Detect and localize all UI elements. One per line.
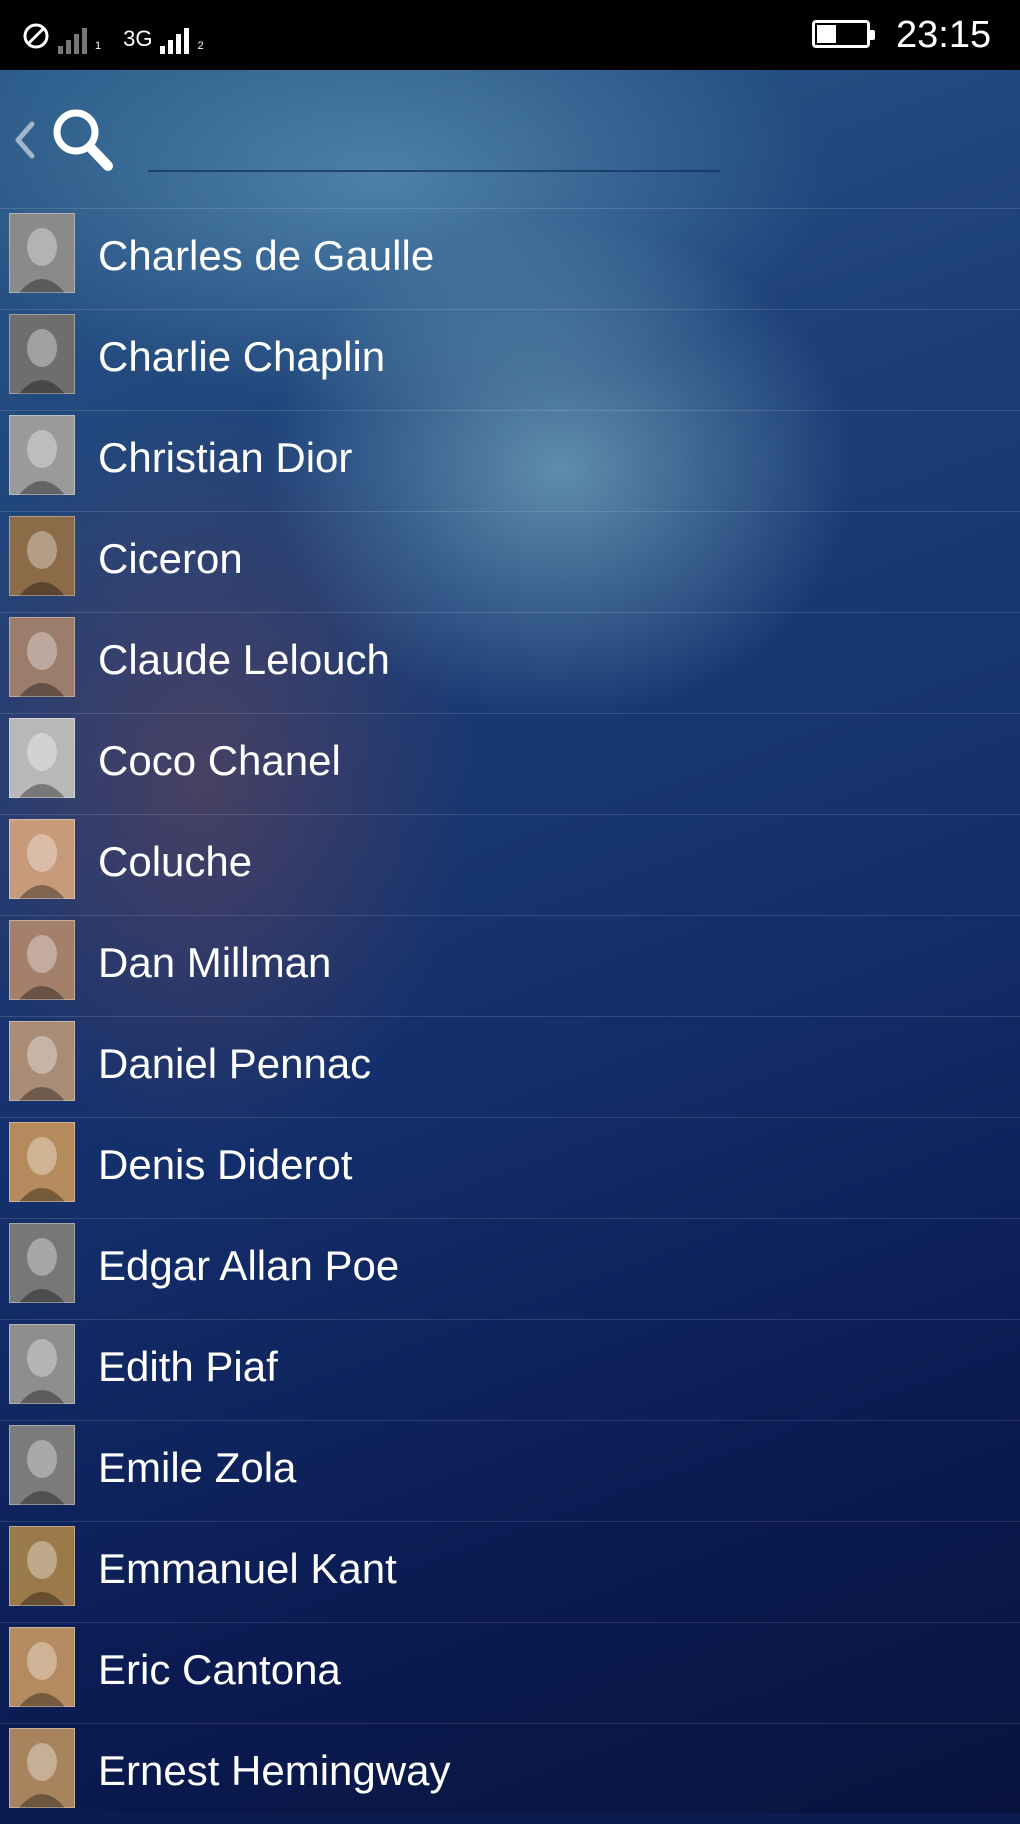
- person-name: Christian Dior: [98, 434, 353, 481]
- avatar: [9, 1122, 75, 1202]
- search-input[interactable]: [148, 124, 720, 172]
- battery-icon: [812, 20, 875, 48]
- people-list: Charles de Gaulle Charlie Chaplin Christia…: [0, 208, 1020, 1824]
- avatar: [9, 415, 75, 495]
- list-item[interactable]: Dan Millman: [0, 915, 1020, 1016]
- portrait-image: [9, 415, 75, 495]
- avatar: [9, 920, 75, 1000]
- avatar: [9, 1223, 75, 1303]
- portrait-image: [9, 617, 75, 697]
- portrait-image: [9, 819, 75, 899]
- list-item[interactable]: Eric Cantona: [0, 1622, 1020, 1723]
- portrait-image: [9, 1425, 75, 1505]
- portrait-image: [9, 920, 75, 1000]
- avatar: [9, 314, 75, 394]
- person-name: Eric Cantona: [98, 1646, 341, 1693]
- portrait-image: [9, 1324, 75, 1404]
- person-name: Coco Chanel: [98, 737, 341, 784]
- person-name: Claude Lelouch: [98, 636, 390, 683]
- list-item[interactable]: Christian Dior: [0, 410, 1020, 511]
- signal-sim1-icon: [58, 24, 87, 54]
- person-name: Ciceron: [98, 535, 243, 582]
- portrait-image: [9, 1627, 75, 1707]
- portrait-image: [9, 213, 75, 293]
- person-name: Charles de Gaulle: [98, 232, 435, 279]
- list-item[interactable]: Denis Diderot: [0, 1117, 1020, 1218]
- list-item[interactable]: Claude Lelouch: [0, 612, 1020, 713]
- avatar: [9, 1526, 75, 1606]
- no-sim-icon: [23, 23, 49, 49]
- status-bar: 1 3G 2 23:15: [0, 0, 1020, 70]
- list-item[interactable]: Ciceron: [0, 511, 1020, 612]
- clock: 23:15: [896, 14, 992, 56]
- person-name: Emile Zola: [98, 1444, 297, 1491]
- list-item[interactable]: Daniel Pennac: [0, 1016, 1020, 1117]
- list-item[interactable]: Ernest Hemingway: [0, 1723, 1020, 1824]
- list-item[interactable]: Edith Piaf: [0, 1319, 1020, 1420]
- person-name: Coluche: [98, 838, 253, 885]
- search-icon[interactable]: [48, 104, 116, 176]
- avatar: [9, 1425, 75, 1505]
- portrait-image: [9, 314, 75, 394]
- back-chevron-icon[interactable]: [12, 112, 36, 168]
- list-item[interactable]: Charles de Gaulle: [0, 208, 1020, 309]
- avatar: [9, 213, 75, 293]
- portrait-image: [9, 718, 75, 798]
- list-item[interactable]: Coluche: [0, 814, 1020, 915]
- avatar: [9, 1021, 75, 1101]
- list-item[interactable]: Edgar Allan Poe: [0, 1218, 1020, 1319]
- status-indicators: 1 3G 2: [22, 16, 204, 54]
- avatar: [9, 1324, 75, 1404]
- portrait-image: [9, 1122, 75, 1202]
- person-name: Edith Piaf: [98, 1343, 278, 1390]
- list-item[interactable]: Coco Chanel: [0, 713, 1020, 814]
- portrait-image: [9, 1021, 75, 1101]
- list-item[interactable]: Charlie Chaplin: [0, 309, 1020, 410]
- list-item[interactable]: Emmanuel Kant: [0, 1521, 1020, 1622]
- person-name: Charlie Chaplin: [98, 333, 386, 380]
- person-name: Denis Diderot: [98, 1141, 353, 1188]
- person-name: Ernest Hemingway: [98, 1747, 451, 1794]
- person-name: Edgar Allan Poe: [98, 1242, 400, 1289]
- avatar: [9, 1728, 75, 1808]
- portrait-image: [9, 1526, 75, 1606]
- person-name: Emmanuel Kant: [98, 1545, 397, 1592]
- portrait-image: [9, 516, 75, 596]
- portrait-image: [9, 1728, 75, 1808]
- sim1-label: 1: [95, 40, 102, 52]
- avatar: [9, 718, 75, 798]
- network-type-label: 3G: [123, 26, 153, 51]
- portrait-image: [9, 1223, 75, 1303]
- signal-sim2-icon: [160, 24, 190, 54]
- avatar: [9, 516, 75, 596]
- list-item[interactable]: Emile Zola: [0, 1420, 1020, 1521]
- person-name: Daniel Pennac: [98, 1040, 372, 1087]
- person-name: Dan Millman: [98, 939, 332, 986]
- sim2-label: 2: [197, 40, 204, 52]
- avatar: [9, 1627, 75, 1707]
- avatar: [9, 819, 75, 899]
- avatar: [9, 617, 75, 697]
